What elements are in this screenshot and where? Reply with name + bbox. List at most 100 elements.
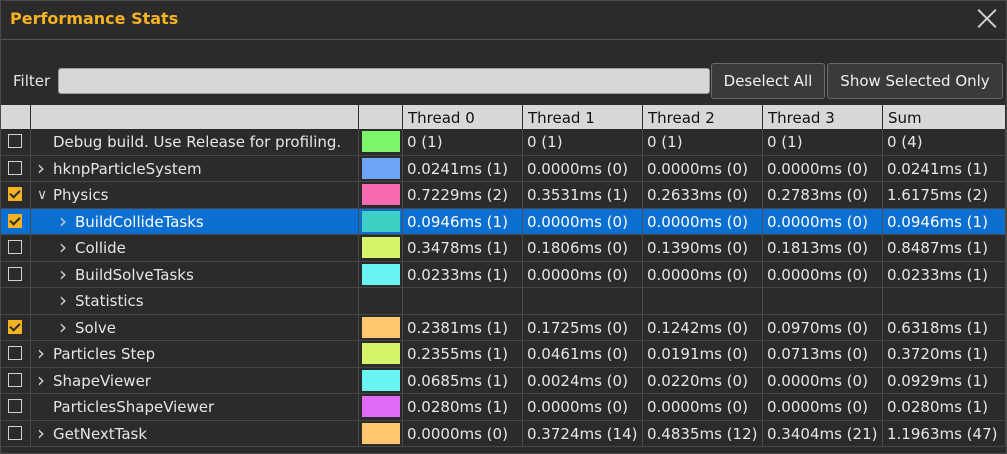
row-value-cell: 0.0000ms (0): [523, 208, 643, 235]
color-swatch[interactable]: [362, 184, 400, 205]
row-value-cell: 0.6318ms (1): [883, 314, 1006, 341]
checkbox-checked[interactable]: [8, 187, 22, 201]
color-swatch[interactable]: [362, 396, 400, 417]
row-value-cell: 0.0946ms (1): [403, 208, 523, 235]
row-value-cell: 0.1390ms (0): [643, 235, 763, 261]
performance-stats-window: Performance Stats Filter Deselect All Sh…: [0, 0, 1007, 454]
row-value-cell: 0.1813ms (0): [763, 235, 883, 261]
chevron-right-icon[interactable]: ›: [59, 262, 67, 286]
header-thread-2[interactable]: Thread 2: [643, 105, 763, 129]
color-swatch[interactable]: [362, 131, 400, 152]
row-value-cell: 1.6175ms (2): [883, 182, 1006, 208]
row-value-cell: [523, 288, 643, 314]
deselect-all-button[interactable]: Deselect All: [711, 63, 825, 99]
checkbox-unchecked[interactable]: [8, 346, 22, 360]
color-swatch[interactable]: [362, 210, 400, 232]
row-value-cell: 0.8487ms (1): [883, 235, 1006, 261]
chevron-right-icon[interactable]: ›: [59, 235, 67, 259]
checkbox-unchecked[interactable]: [8, 240, 22, 254]
row-color-cell: [359, 341, 403, 367]
row-check-cell: [1, 129, 31, 155]
table-row[interactable]: › ShapeViewer 0.0685ms (1) 0.0024ms (0) 0.02…: [1, 367, 1006, 394]
checkbox-unchecked[interactable]: [8, 372, 22, 387]
checkbox-checked[interactable]: [8, 213, 22, 228]
row-color-cell: [359, 367, 403, 394]
row-value-cell: 0.0713ms (0): [763, 341, 883, 367]
header-sum[interactable]: Sum: [883, 105, 1006, 129]
row-value-cell: 0.0024ms (0): [523, 367, 643, 394]
color-swatch[interactable]: [362, 263, 400, 285]
color-swatch[interactable]: [362, 316, 400, 338]
table-row[interactable]: › hknpParticleSystem 0.0241ms (1) 0.0000ms …: [1, 155, 1006, 182]
header-thread-3[interactable]: Thread 3: [763, 105, 883, 129]
row-value-cell: 0 (1): [763, 129, 883, 155]
row-check-cell: [1, 261, 31, 288]
table-row[interactable]: › Collide 0.3478ms (1) 0.1806ms (0) 0.1390ms…: [1, 235, 1006, 261]
row-color-cell: [359, 420, 403, 447]
window-title: Performance Stats: [10, 9, 179, 28]
row-check-cell: [1, 182, 31, 208]
checkbox-unchecked[interactable]: [8, 134, 22, 148]
color-swatch[interactable]: [362, 369, 400, 391]
chevron-right-icon[interactable]: ›: [59, 288, 67, 312]
row-check-cell: [1, 367, 31, 394]
header-color[interactable]: [359, 105, 403, 129]
table-row[interactable]: › GetNextTask 0.0000ms (0) 0.3724ms (14) 0.4…: [1, 420, 1006, 447]
row-value-cell: [643, 288, 763, 314]
table-row[interactable]: ∨ Physics 0.7229ms (2) 0.3531ms (1) 0.2633ms…: [1, 182, 1006, 208]
header-thread-1[interactable]: Thread 1: [523, 105, 643, 129]
row-check-cell: [1, 341, 31, 367]
color-swatch[interactable]: [362, 237, 400, 258]
row-value-cell: 0.0000ms (0): [763, 155, 883, 182]
row-value-cell: 0.3720ms (1): [883, 341, 1006, 367]
row-value-cell: [883, 288, 1006, 314]
table-row[interactable]: Debug build. Use Release for profiling. 0…: [1, 129, 1006, 155]
row-name-cell: ParticlesShapeViewer: [31, 394, 359, 420]
table-row[interactable]: › Particles Step 0.2355ms (1) 0.0461ms (0) 0…: [1, 341, 1006, 367]
table-row[interactable]: › Statistics: [1, 288, 1006, 314]
row-value-cell: 0.1806ms (0): [523, 235, 643, 261]
row-value-cell: 0.7229ms (2): [403, 182, 523, 208]
table-row[interactable]: › BuildSolveTasks 0.0233ms (1) 0.0000ms (0)…: [1, 261, 1006, 288]
row-color-cell: [359, 155, 403, 182]
chevron-right-icon[interactable]: ›: [37, 341, 45, 365]
table-row[interactable]: › Solve 0.2381ms (1) 0.1725ms (0) 0.1242ms (…: [1, 314, 1006, 341]
row-value-cell: 0.3724ms (14): [523, 420, 643, 447]
row-value-cell: 0.0000ms (0): [763, 208, 883, 235]
row-value-cell: 0.0000ms (0): [643, 208, 763, 235]
title-bar: Performance Stats: [1, 1, 1006, 40]
header-check[interactable]: [1, 105, 31, 129]
checkbox-unchecked[interactable]: [8, 425, 22, 440]
chevron-down-icon[interactable]: ∨: [37, 182, 47, 208]
checkbox-unchecked[interactable]: [8, 266, 22, 281]
row-label: Physics: [53, 186, 109, 204]
row-value-cell: 0.0946ms (1): [883, 208, 1006, 235]
color-swatch[interactable]: [362, 157, 400, 179]
row-color-cell: [359, 235, 403, 261]
checkbox-unchecked[interactable]: [8, 160, 22, 175]
chevron-right-icon[interactable]: ›: [59, 209, 67, 233]
checkbox-unchecked[interactable]: [8, 399, 22, 413]
row-value-cell: [403, 288, 523, 314]
table-row[interactable]: ParticlesShapeViewer 0.0280ms (1) 0.0000ms…: [1, 394, 1006, 420]
row-name-cell: › hknpParticleSystem: [31, 155, 359, 182]
row-value-cell: [763, 288, 883, 314]
filter-input[interactable]: [58, 68, 710, 94]
row-value-cell: 0.0685ms (1): [403, 367, 523, 394]
row-color-cell: [359, 394, 403, 420]
header-name[interactable]: [31, 105, 359, 129]
color-swatch[interactable]: [362, 343, 400, 364]
header-thread-0[interactable]: Thread 0: [403, 105, 523, 129]
row-check-cell: [1, 155, 31, 182]
close-icon[interactable]: [976, 7, 998, 29]
chevron-right-icon[interactable]: ›: [59, 315, 67, 339]
chevron-right-icon[interactable]: ›: [37, 368, 45, 392]
checkbox-checked[interactable]: [8, 319, 22, 334]
row-name-cell: ∨ Physics: [31, 182, 359, 208]
show-selected-only-button[interactable]: Show Selected Only: [827, 63, 1003, 99]
color-swatch[interactable]: [362, 422, 400, 444]
row-label: ParticlesShapeViewer: [53, 398, 215, 416]
chevron-right-icon[interactable]: ›: [37, 156, 45, 180]
chevron-right-icon[interactable]: ›: [37, 421, 45, 445]
table-row[interactable]: › BuildCollideTasks 0.0946ms (1) 0.0000ms (…: [1, 208, 1006, 235]
